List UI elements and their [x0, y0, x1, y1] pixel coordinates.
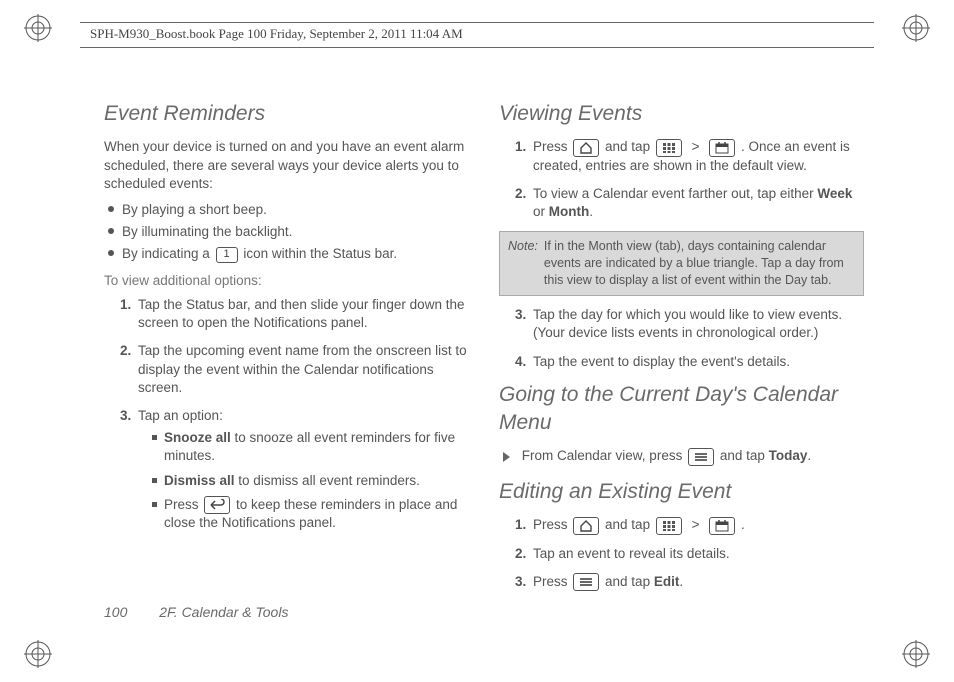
menu-key-icon [573, 573, 599, 591]
today-step: From Calendar view, press and tap Today. [503, 447, 864, 465]
page-number: 100 [104, 604, 127, 620]
crop-mark-icon [902, 640, 930, 668]
options-steps: 1.Tap the Status bar, and then slide you… [120, 296, 469, 539]
step-text: Tap the event to display the event's det… [533, 353, 864, 371]
list-item: By indicating a 1 icon within the Status… [108, 245, 469, 263]
left-column: Event Reminders When your device is turn… [104, 100, 469, 627]
step-number: 2. [515, 545, 533, 563]
step-text: Tap the Status bar, and then slide your … [138, 296, 469, 332]
step-number: 2. [515, 185, 533, 221]
bullet-icon [108, 250, 114, 256]
heading-event-reminders: Event Reminders [104, 100, 469, 128]
step-text: Tap the upcoming event name from the ons… [138, 342, 469, 397]
running-header: SPH-M930_Boost.book Page 100 Friday, Sep… [90, 26, 463, 42]
list-item: 2. To view a Calendar event farther out,… [515, 185, 864, 221]
calendar-app-icon [709, 139, 735, 157]
list-item: Press to keep these reminders in place a… [152, 496, 469, 533]
bullet-text: By playing a short beep. [122, 201, 267, 219]
list-item: 3. Tap an option: Snooze all to snooze a… [120, 407, 469, 539]
list-item: Snooze all to snooze all event reminders… [152, 429, 469, 465]
crop-mark-icon [902, 14, 930, 42]
sub-options: Snooze all to snooze all event reminders… [152, 429, 469, 532]
step-number: 3. [515, 573, 533, 591]
step-text: Press and tap Edit. [533, 573, 864, 591]
viewing-steps-cont: 3.Tap the day for which you would like t… [515, 306, 864, 371]
square-bullet-icon [152, 502, 157, 507]
note-callout: Note: If in the Month view (tab), days c… [499, 231, 864, 296]
step-text: Press and tap > . [533, 516, 864, 534]
step-number: 4. [515, 353, 533, 371]
list-item: 4.Tap the event to display the event's d… [515, 353, 864, 371]
page-footer: 100 2F. Calendar & Tools [104, 604, 288, 620]
note-label: Note: [508, 238, 538, 289]
option-text: Press [164, 497, 202, 512]
editing-steps: 1. Press and tap > . 2.Tap an event to r… [515, 516, 864, 591]
list-item: By illuminating the backlight. [108, 223, 469, 241]
step-number: 2. [120, 342, 138, 397]
step-number: 3. [120, 407, 138, 539]
viewing-steps: 1. Press and tap > . Once an event is cr… [515, 138, 864, 221]
apps-grid-icon [656, 139, 682, 157]
page-body: Event Reminders When your device is turn… [104, 100, 864, 627]
list-item: 3. Press and tap Edit. [515, 573, 864, 591]
list-item: 3.Tap the day for which you would like t… [515, 306, 864, 342]
week-label: Week [817, 186, 852, 201]
list-item: 1. Press and tap > . [515, 516, 864, 534]
menu-key-icon [688, 448, 714, 466]
list-item: 2.Tap the upcoming event name from the o… [120, 342, 469, 397]
intro-paragraph: When your device is turned on and you ha… [104, 138, 469, 193]
step-number: 3. [515, 306, 533, 342]
heading-going-today: Going to the Current Day's Calendar Menu [499, 381, 864, 438]
list-item: Dismiss all to dismiss all event reminde… [152, 472, 469, 490]
edit-label: Edit [654, 574, 680, 589]
home-key-icon [573, 517, 599, 535]
today-label: Today [769, 448, 808, 463]
step-body: Tap an option: Snooze all to snooze all … [138, 407, 469, 539]
step-text: Tap the day for which you would like to … [533, 306, 864, 342]
option-text: to dismiss all event reminders. [235, 473, 420, 488]
list-item: 1.Tap the Status bar, and then slide you… [120, 296, 469, 332]
step-number: 1. [515, 138, 533, 175]
back-key-icon [204, 496, 230, 514]
step-number: 1. [515, 516, 533, 534]
step-text: Press and tap > . Once an event is creat… [533, 138, 864, 175]
option-label: Dismiss all [164, 473, 235, 488]
note-body: If in the Month view (tab), days contain… [544, 238, 855, 289]
calendar-one-icon: 1 [216, 247, 238, 263]
apps-grid-icon [656, 517, 682, 535]
subheading-to-view: To view additional options: [104, 272, 469, 290]
step-number: 1. [120, 296, 138, 332]
calendar-app-icon [709, 517, 735, 535]
bullet-icon [108, 206, 114, 212]
bullet-icon [108, 228, 114, 234]
list-item: By playing a short beep. [108, 201, 469, 219]
list-item: 2.Tap an event to reveal its details. [515, 545, 864, 563]
triangle-bullet-icon [503, 452, 510, 462]
heading-viewing-events: Viewing Events [499, 100, 864, 128]
step-text: Tap an event to reveal its details. [533, 545, 864, 563]
option-label: Snooze all [164, 430, 231, 445]
step-text: Tap an option: [138, 408, 223, 423]
crop-mark-icon [24, 14, 52, 42]
month-label: Month [549, 204, 589, 219]
bullet-text: By illuminating the backlight. [122, 223, 292, 241]
bullet-text: By indicating a 1 icon within the Status… [122, 245, 397, 263]
heading-editing-event: Editing an Existing Event [499, 478, 864, 506]
section-title: 2F. Calendar & Tools [159, 604, 288, 620]
home-key-icon [573, 139, 599, 157]
list-item: 1. Press and tap > . Once an event is cr… [515, 138, 864, 175]
step-text: To view a Calendar event farther out, ta… [533, 185, 864, 221]
right-column: Viewing Events 1. Press and tap > . Once… [499, 100, 864, 627]
square-bullet-icon [152, 435, 157, 440]
alert-methods-list: By playing a short beep. By illuminating… [108, 201, 469, 264]
square-bullet-icon [152, 478, 157, 483]
crop-mark-icon [24, 640, 52, 668]
